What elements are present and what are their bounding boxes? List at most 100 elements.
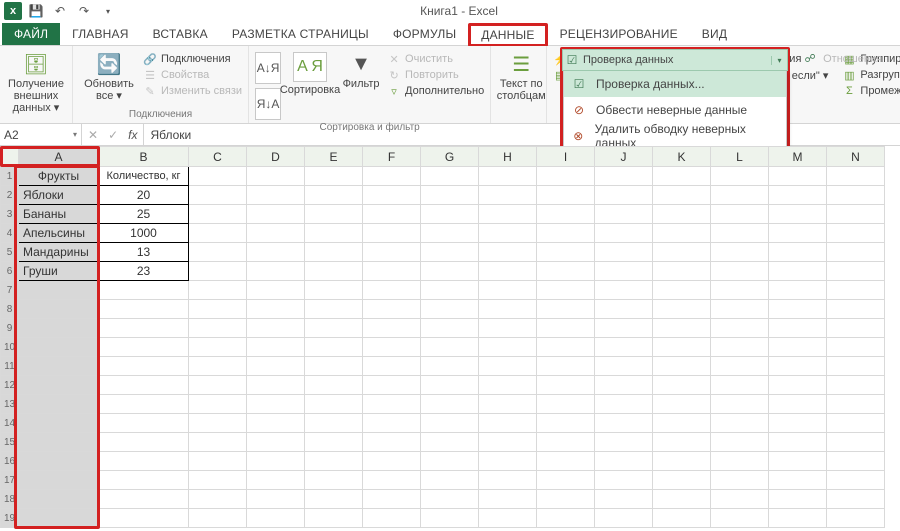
cell[interactable] [305,167,363,186]
cell[interactable] [305,281,363,300]
cell[interactable] [827,300,885,319]
cell[interactable]: Мандарины [19,243,99,262]
cell[interactable] [189,338,247,357]
cell[interactable] [189,414,247,433]
cell[interactable] [305,262,363,281]
cell[interactable] [537,414,595,433]
cell[interactable] [827,452,885,471]
row-header[interactable]: 5 [1,243,19,262]
cell[interactable] [19,433,99,452]
cell[interactable] [363,338,421,357]
cell[interactable] [363,319,421,338]
cell[interactable] [595,338,653,357]
col-header[interactable]: D [247,147,305,167]
cell[interactable] [537,338,595,357]
cell[interactable] [247,509,305,528]
cell[interactable] [421,357,479,376]
cell[interactable] [305,509,363,528]
cell[interactable] [827,414,885,433]
cell[interactable] [769,205,827,224]
cell[interactable] [189,452,247,471]
cell[interactable]: Груши [19,262,99,281]
cell[interactable] [247,376,305,395]
cell[interactable] [305,471,363,490]
cell[interactable] [595,186,653,205]
redo-icon[interactable]: ↷ [74,2,94,20]
col-header[interactable]: F [363,147,421,167]
cell[interactable] [711,357,769,376]
cell[interactable] [479,186,537,205]
cell[interactable] [711,243,769,262]
col-header-B[interactable]: B [99,147,189,167]
cell[interactable] [769,414,827,433]
cell[interactable] [595,281,653,300]
cell[interactable] [653,167,711,186]
cell[interactable] [189,357,247,376]
cell[interactable] [653,452,711,471]
cell[interactable] [827,262,885,281]
cell[interactable] [305,300,363,319]
cell[interactable] [189,490,247,509]
cell[interactable] [537,471,595,490]
cell[interactable] [595,414,653,433]
col-header-A[interactable]: A [19,147,99,167]
select-all-corner[interactable] [1,147,19,167]
cell[interactable] [479,357,537,376]
cell[interactable] [769,281,827,300]
connections-button[interactable]: 🔗Подключения [143,52,242,66]
cell[interactable] [247,281,305,300]
cell[interactable]: Апельсины [19,224,99,243]
name-box[interactable]: A2 ▾ [0,124,82,145]
cell[interactable] [305,243,363,262]
cell[interactable] [479,338,537,357]
cell[interactable] [189,433,247,452]
cell[interactable] [653,395,711,414]
cell[interactable] [247,243,305,262]
cell[interactable] [479,262,537,281]
row-header[interactable]: 8 [1,300,19,319]
cell[interactable] [99,319,189,338]
cell[interactable] [19,376,99,395]
tab-home[interactable]: ГЛАВНАЯ [60,23,140,45]
row-header[interactable]: 15 [1,433,19,452]
cell[interactable] [827,281,885,300]
cell[interactable] [99,395,189,414]
chevron-down-icon[interactable]: ▾ [73,130,77,139]
cell[interactable]: 20 [99,186,189,205]
cell[interactable] [19,471,99,490]
cell[interactable] [247,490,305,509]
cell[interactable] [305,357,363,376]
cell[interactable] [189,281,247,300]
cell[interactable] [363,490,421,509]
cell[interactable] [99,490,189,509]
cell[interactable] [595,167,653,186]
menu-item-data-validation[interactable]: ☑ Проверка данных... [564,71,786,97]
cell[interactable] [769,338,827,357]
cell[interactable] [827,205,885,224]
cell[interactable] [769,300,827,319]
cell[interactable] [421,262,479,281]
tab-insert[interactable]: ВСТАВКА [141,23,220,45]
cell[interactable] [19,395,99,414]
cell[interactable] [363,281,421,300]
cell[interactable] [595,262,653,281]
cell[interactable] [653,224,711,243]
cell[interactable] [653,376,711,395]
cell[interactable] [363,452,421,471]
cell[interactable] [189,509,247,528]
row-header[interactable]: 13 [1,395,19,414]
cell[interactable] [99,471,189,490]
cell[interactable] [827,490,885,509]
cell[interactable] [595,433,653,452]
tab-review[interactable]: РЕЦЕНЗИРОВАНИЕ [548,23,690,45]
cell[interactable] [711,395,769,414]
menu-item-circle-invalid[interactable]: ⊘ Обвести неверные данные [564,97,786,123]
cell[interactable] [711,186,769,205]
cell[interactable] [827,395,885,414]
cell[interactable] [827,509,885,528]
get-external-data-button[interactable]: 🗄 Получение внешних данных ▾ [6,50,66,114]
cell[interactable] [769,224,827,243]
cell[interactable] [711,300,769,319]
cell[interactable] [363,433,421,452]
cell[interactable] [653,357,711,376]
